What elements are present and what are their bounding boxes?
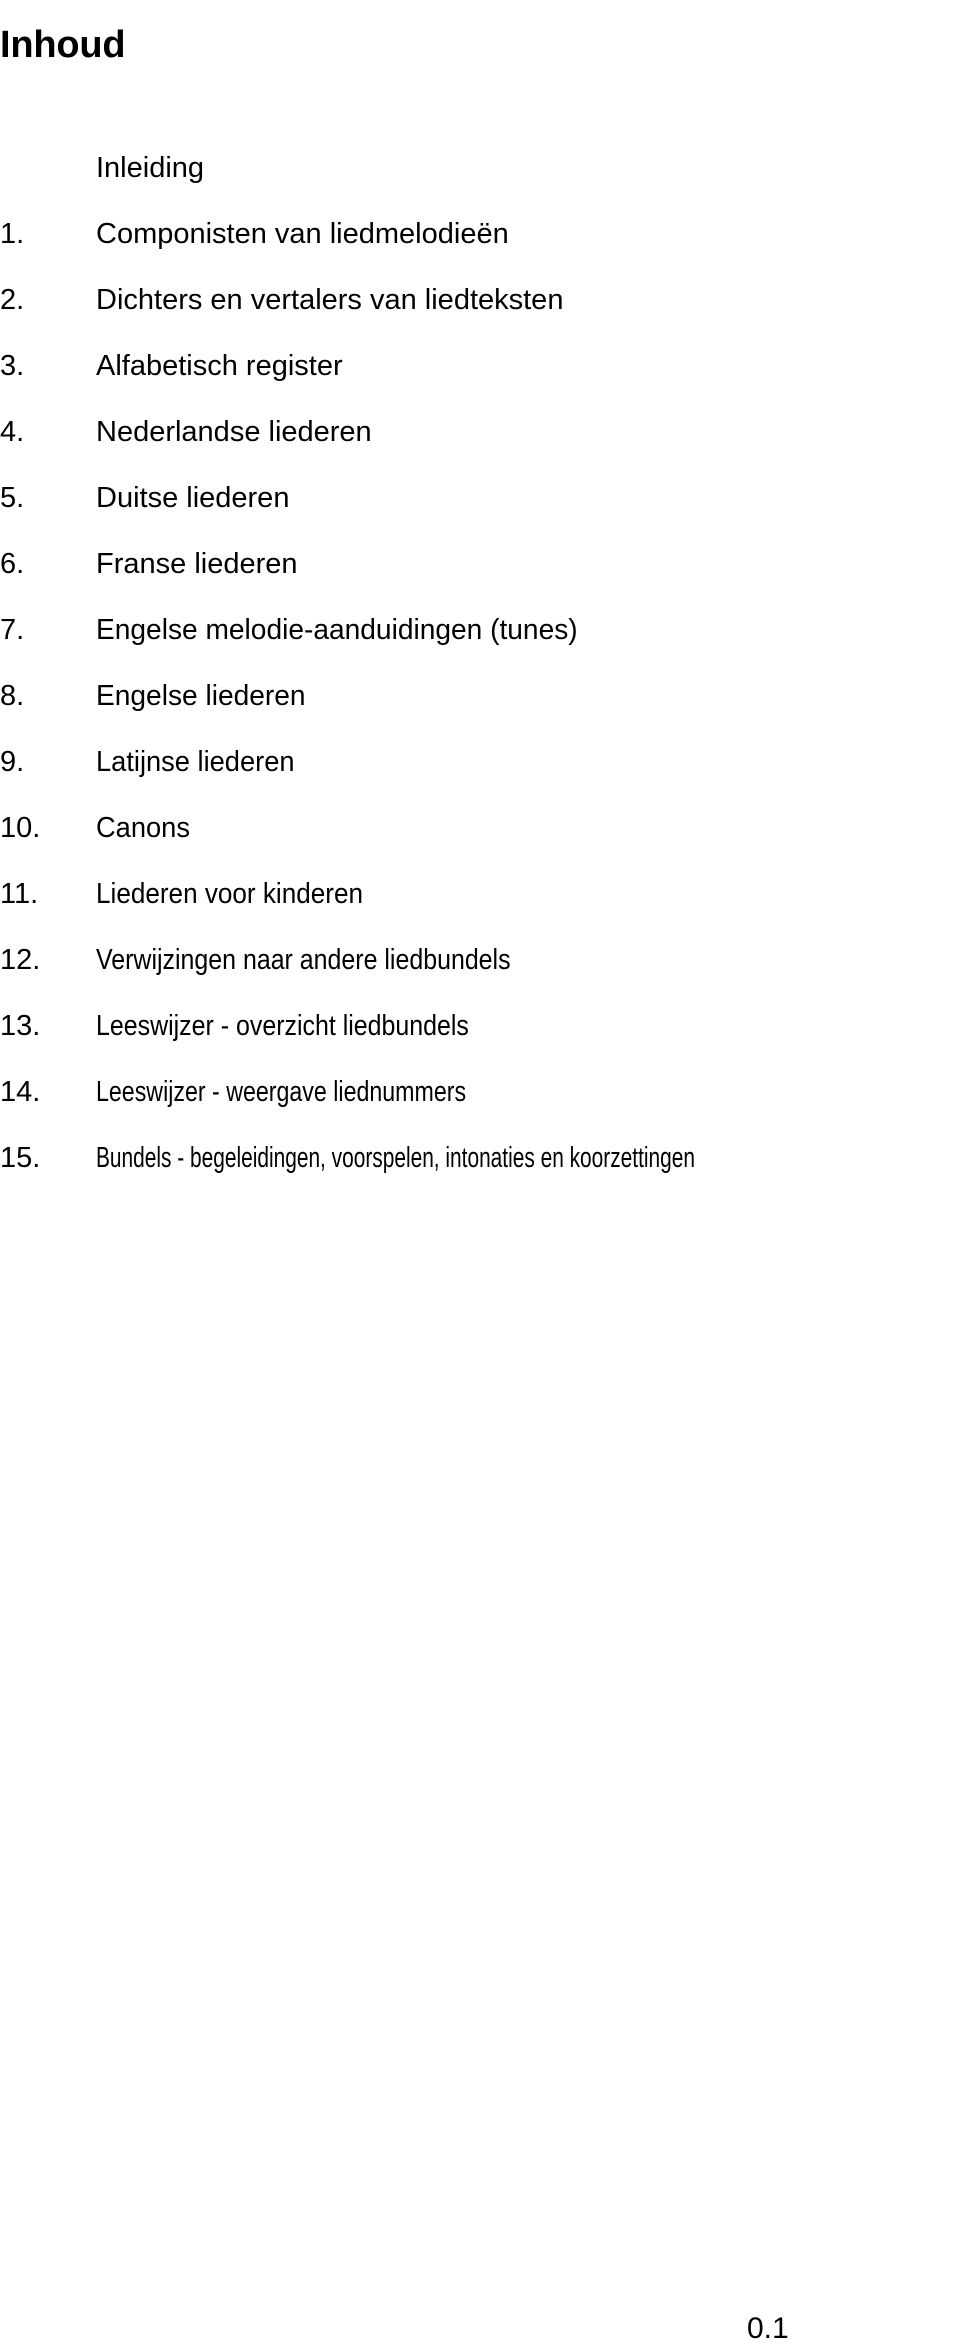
toc-entry[interactable]: 12. Verwijzingen naar andere liedbundels <box>0 940 960 1006</box>
toc-entry-number: 8. <box>0 680 25 712</box>
toc-entry[interactable]: 10. Canons <box>0 808 960 874</box>
toc-entry[interactable]: 7. Engelse melodie-aanduidingen (tunes) <box>0 610 960 676</box>
toc-entry-label: Verwijzingen naar andere liedbundels <box>96 944 511 976</box>
toc-entry-label: Inleiding <box>96 152 205 184</box>
toc-entry[interactable]: 14. Leeswijzer - weergave liednummers <box>0 1072 960 1138</box>
toc-entry[interactable]: 1. Componisten van liedmelodieën <box>0 214 960 280</box>
toc-entry[interactable]: 6. Franse liederen <box>0 544 960 610</box>
toc-entry-number: 15. <box>0 1142 41 1174</box>
toc-entry-number: 3. <box>0 350 25 382</box>
toc-entry-label: Liederen voor kinderen <box>96 878 363 910</box>
toc-entry-label: Duitse liederen <box>96 482 290 514</box>
toc-entry-number: 2. <box>0 284 25 316</box>
toc-entry-number: 4. <box>0 416 25 448</box>
toc-entry-number: 10. <box>0 812 41 844</box>
toc-entry-label: Franse liederen <box>96 548 298 580</box>
toc-entry-number: 1. <box>0 218 25 250</box>
toc-entry-number: 13. <box>0 1010 41 1042</box>
toc-entry-label: Engelse liederen <box>96 680 306 712</box>
document-page: Inhoud Inleiding 1. Componisten van liedme… <box>0 0 960 2351</box>
toc-entry-number: 12. <box>0 944 41 976</box>
toc-entry-label: Bundels - begeleidingen, voorspelen, int… <box>96 1142 695 1174</box>
toc-entry-label: Latijnse liederen <box>96 746 295 778</box>
toc-entry-number: 5. <box>0 482 25 514</box>
toc-entry[interactable]: 13. Leeswijzer - overzicht liedbundels <box>0 1006 960 1072</box>
page-title: Inhoud <box>0 24 126 67</box>
toc-entry[interactable]: 8. Engelse liederen <box>0 676 960 742</box>
toc-entry-label: Alfabetisch register <box>96 350 343 382</box>
toc-entry-number: 9. <box>0 746 25 778</box>
toc-entry[interactable]: 15. Bundels - begeleidingen, voorspelen, … <box>0 1138 960 1204</box>
toc-entry[interactable]: 9. Latijnse liederen <box>0 742 960 808</box>
footer-page-number: 0.1 <box>747 2312 789 2345</box>
toc-entry-label: Nederlandse liederen <box>96 416 372 448</box>
toc-entry-label: Canons <box>96 812 190 844</box>
toc-entry-number: 14. <box>0 1076 41 1108</box>
toc-entry[interactable]: 11. Liederen voor kinderen <box>0 874 960 940</box>
toc-entry[interactable]: 4. Nederlandse liederen <box>0 412 960 478</box>
toc-entry-label: Componisten van liedmelodieën <box>96 218 509 250</box>
toc-entry-number: 7. <box>0 614 25 646</box>
toc-entry[interactable]: 3. Alfabetisch register <box>0 346 960 412</box>
toc-entry-label: Leeswijzer - overzicht liedbundels <box>96 1010 469 1042</box>
toc-entry[interactable]: 5. Duitse liederen <box>0 478 960 544</box>
toc-entry-label: Engelse melodie-aanduidingen (tunes) <box>96 614 578 646</box>
toc-entry-label: Dichters en vertalers van liedteksten <box>96 284 564 316</box>
toc-entry[interactable]: 2. Dichters en vertalers van liedteksten <box>0 280 960 346</box>
toc-entry-label: Leeswijzer - weergave liednummers <box>96 1076 467 1108</box>
toc-entry-number: 6. <box>0 548 25 580</box>
toc-entry[interactable]: Inleiding <box>0 148 960 214</box>
toc-entry-number: 11. <box>0 878 39 910</box>
table-of-contents: Inleiding 1. Componisten van liedmelodieën… <box>0 148 960 1204</box>
